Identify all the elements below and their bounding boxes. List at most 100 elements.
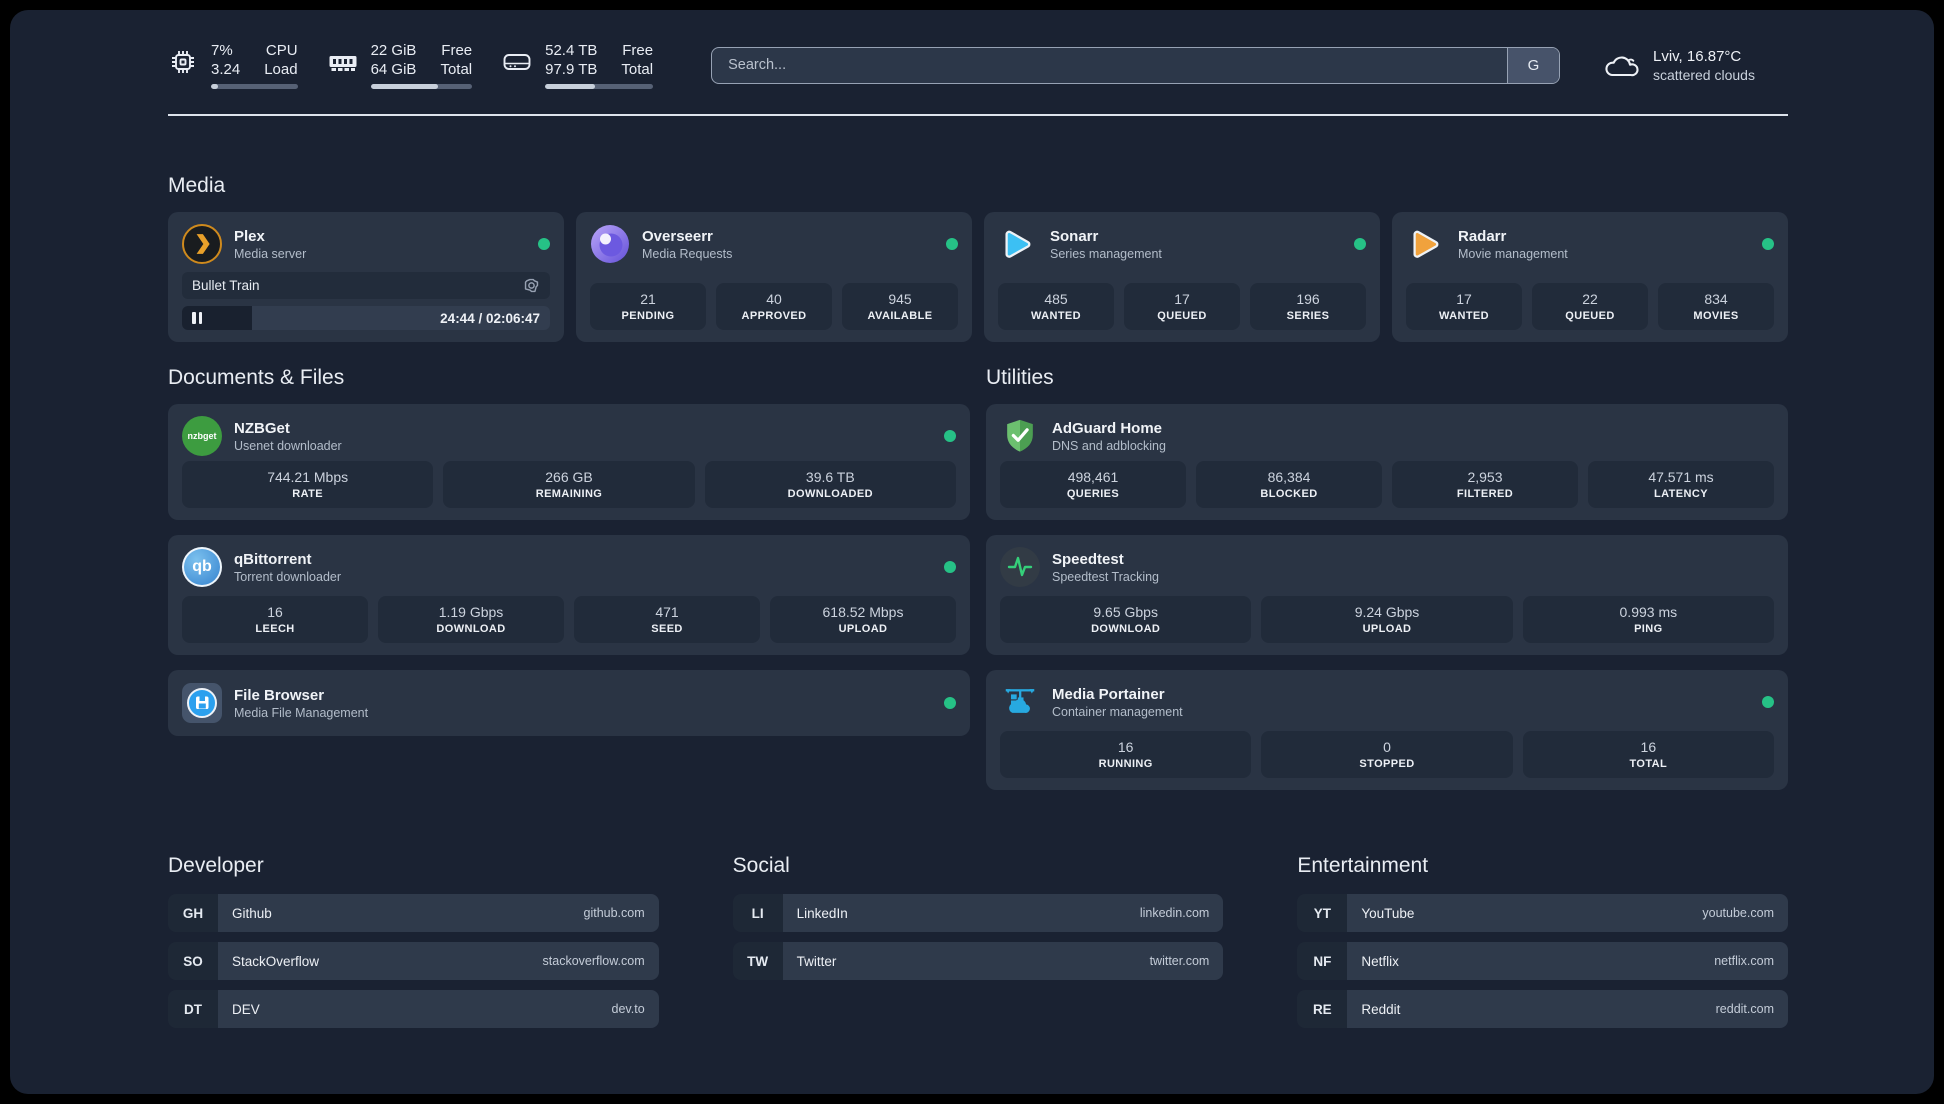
bookmark-reddit[interactable]: RE Reddit reddit.com	[1297, 990, 1788, 1028]
plex-icon	[182, 224, 222, 264]
service-subtitle: Media server	[234, 246, 307, 261]
section-title-utilities: Utilities	[986, 366, 1054, 389]
service-card-portainer[interactable]: Media Portainer Container management 16 R…	[986, 670, 1788, 790]
ram-icon	[329, 56, 357, 71]
service-subtitle: Container management	[1052, 704, 1183, 719]
dashboard-page: 7% 3.24 CPU Load 22 GiB 64 GiB Free Tota…	[10, 10, 1934, 1094]
service-subtitle: Usenet downloader	[234, 438, 342, 453]
bookmark-tag: TW	[732, 942, 783, 980]
gear-icon[interactable]	[523, 277, 540, 294]
service-card-plex[interactable]: Plex Media server Bullet Train 24:44 / 0…	[168, 212, 564, 342]
service-card-speedtest[interactable]: Speedtest Speedtest Tracking 9.65 Gbps DO…	[986, 535, 1788, 655]
memory-free: 22 GiB	[370, 42, 417, 59]
cpu-load: 3.24	[211, 61, 241, 78]
stat-download: 1.19 Gbps DOWNLOAD	[378, 596, 564, 643]
social-section: Social LI LinkedIn linkedin.com TW Twitte…	[732, 854, 1224, 1038]
service-card-sonarr[interactable]: Sonarr Series management 485 WANTED 17 QUE…	[984, 212, 1380, 342]
bookmark-tag: SO	[168, 942, 218, 980]
system-stat-cpu: 7% 3.24 CPU Load	[168, 41, 298, 89]
weather-condition: scattered clouds	[1653, 66, 1755, 83]
stat-stopped: 0 STOPPED	[1261, 731, 1513, 778]
bookmark-youtube[interactable]: YT YouTube youtube.com	[1297, 894, 1788, 932]
stat-series: 196 SERIES	[1250, 283, 1366, 330]
service-name: Sonarr	[1050, 227, 1099, 245]
status-dot	[1354, 238, 1366, 250]
service-name: File Browser	[234, 686, 325, 704]
bookmark-tag: LI	[732, 894, 783, 932]
service-subtitle: Torrent downloader	[234, 569, 342, 584]
service-card-overseerr[interactable]: Overseerr Media Requests 21 PENDING 40 APP…	[576, 212, 972, 342]
service-card-filebrowser[interactable]: File Browser Media File Management	[168, 670, 970, 736]
memory-free-label: Free	[441, 42, 473, 59]
search-input[interactable]	[712, 47, 1507, 83]
pause-icon[interactable]	[192, 312, 202, 324]
adguard-icon	[1000, 416, 1040, 456]
media-section: Plex Media server Bullet Train 24:44 / 0…	[168, 212, 1788, 342]
service-name: Overseerr	[642, 227, 713, 245]
plex-now-playing: Bullet Train	[182, 272, 550, 299]
search-bar: G	[711, 46, 1560, 84]
stat-pending: 21 PENDING	[590, 283, 706, 330]
service-card-qbittorrent[interactable]: qb qBittorrent Torrent downloader 16 LEEC…	[168, 535, 970, 655]
filebrowser-icon	[182, 683, 222, 723]
service-card-adguard[interactable]: AdGuard Home DNS and adblocking 498,461 Q…	[986, 404, 1788, 520]
bookmark-stackoverflow[interactable]: SO StackOverflow stackoverflow.com	[168, 942, 659, 980]
section-title-developer: Developer	[168, 854, 264, 877]
service-subtitle: Series management	[1050, 246, 1162, 261]
service-name: Speedtest	[1052, 550, 1124, 568]
cloud-icon	[1605, 56, 1639, 76]
plex-progress-bar: 24:44 / 02:06:47	[182, 306, 550, 330]
sonarr-icon	[998, 224, 1038, 264]
status-dot	[944, 697, 956, 709]
bookmark-github[interactable]: GH Github github.com	[168, 894, 659, 932]
stat-wanted: 485 WANTED	[998, 283, 1114, 330]
bookmark-tag: NF	[1297, 942, 1348, 980]
service-subtitle: DNS and adblocking	[1052, 438, 1166, 453]
cpu-icon	[172, 51, 194, 73]
service-card-radarr[interactable]: Radarr Movie management 17 WANTED 22 QUEUE…	[1392, 212, 1788, 342]
qbittorrent-icon: qb	[182, 547, 222, 587]
service-name: qBittorrent	[234, 550, 312, 568]
stat-ping: 0.993 ms PING	[1522, 596, 1774, 643]
stat-upload: 9.24 Gbps UPLOAD	[1261, 596, 1513, 643]
cpu-label: CPU	[265, 42, 298, 59]
system-stat-storage: 52.4 TB 97.9 TB Free Total	[502, 41, 654, 89]
stat-download: 9.65 Gbps DOWNLOAD	[1000, 596, 1252, 643]
playback-time: 24:44 / 02:06:47	[440, 310, 540, 326]
bookmark-tag: RE	[1297, 990, 1348, 1028]
portainer-icon	[1000, 682, 1040, 722]
documents-section: Documents & Files nzbget NZBGet Usenet d…	[168, 366, 970, 790]
section-title-documents: Documents & Files	[168, 366, 345, 389]
stat-rate: 744.21 Mbps RATE	[182, 461, 434, 508]
service-subtitle: Speedtest Tracking	[1052, 569, 1160, 584]
bookmark-twitter[interactable]: TW Twitter twitter.com	[732, 942, 1224, 980]
storage-progress-bar	[545, 84, 654, 89]
stat-blocked: 86,384 BLOCKED	[1196, 461, 1382, 508]
service-card-nzbget[interactable]: nzbget NZBGet Usenet downloader 744.21 M…	[168, 404, 970, 520]
search-provider-button[interactable]: G	[1507, 47, 1559, 83]
service-name: Plex	[234, 227, 265, 245]
section-title-social: Social	[732, 854, 790, 877]
header: 7% 3.24 CPU Load 22 GiB 64 GiB Free Tota…	[168, 36, 1788, 94]
stat-filtered: 2,953 FILTERED	[1392, 461, 1578, 508]
cpu-progress-bar	[211, 84, 298, 89]
weather-widget: Lviv, 16.87°C scattered clouds	[1602, 48, 1788, 83]
bookmark-netflix[interactable]: NF Netflix netflix.com	[1297, 942, 1788, 980]
speedtest-icon	[1000, 547, 1040, 587]
service-name: Radarr	[1458, 227, 1507, 245]
stat-seed: 471 SEED	[574, 596, 760, 643]
cpu-usage: 7%	[211, 42, 233, 59]
stat-queued: 22 QUEUED	[1532, 283, 1648, 330]
stat-queued: 17 QUEUED	[1124, 283, 1240, 330]
load-label: Load	[264, 61, 298, 78]
header-divider	[168, 114, 1788, 116]
bookmark-linkedin[interactable]: LI LinkedIn linkedin.com	[732, 894, 1224, 932]
disk-icon	[503, 54, 531, 70]
bookmark-dev[interactable]: DT DEV dev.to	[168, 990, 659, 1028]
developer-section: Developer GH Github github.com SO StackOv…	[168, 854, 659, 1038]
service-name: Media Portainer	[1052, 685, 1165, 703]
stat-approved: 40 APPROVED	[716, 283, 832, 330]
system-stat-memory: 22 GiB 64 GiB Free Total	[328, 41, 473, 89]
stat-remaining: 266 GB REMAINING	[443, 461, 695, 508]
storage-total-label: Total	[621, 61, 654, 78]
